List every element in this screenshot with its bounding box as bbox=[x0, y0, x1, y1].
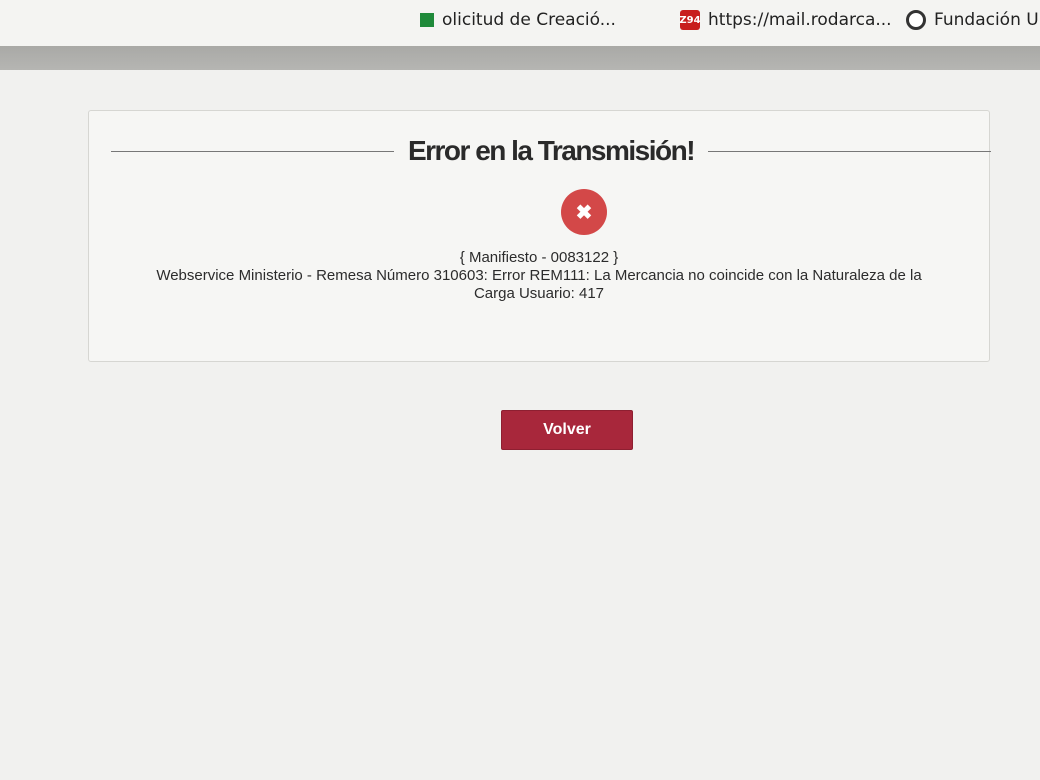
bookmark-label: https://mail.rodarca... bbox=[708, 10, 892, 30]
error-x-icon: ✖ bbox=[561, 189, 607, 235]
manifest-line: { Manifiesto - 0083122 } bbox=[459, 249, 619, 266]
error-dialog: Error en la Transmisión! ✖ { Manifiesto … bbox=[88, 110, 992, 362]
bookmark-fundacion[interactable]: Fundación Un bbox=[906, 6, 1040, 34]
bookmarks-bar: olicitud de Creació... Z94 https://mail.… bbox=[0, 0, 1040, 48]
error-message: { Manifiesto - 0083122 } Webservice Mini… bbox=[109, 249, 969, 303]
bookmark-label: Fundación Un bbox=[934, 10, 1040, 30]
divider bbox=[111, 150, 394, 152]
foundation-logo-icon bbox=[906, 10, 926, 30]
dialog-header: Error en la Transmisión! bbox=[111, 121, 992, 181]
bookmark-solicitud[interactable]: olicitud de Creació... bbox=[420, 6, 616, 34]
spreadsheet-icon bbox=[420, 13, 434, 27]
error-detail-line: Webservice Ministerio - Remesa Número 31… bbox=[156, 267, 922, 284]
page-content: Error en la Transmisión! ✖ { Manifiesto … bbox=[0, 70, 1040, 780]
bookmark-mail[interactable]: Z94 https://mail.rodarca... bbox=[679, 6, 892, 34]
dialog-title: Error en la Transmisión! bbox=[407, 135, 696, 166]
user-line: Carga Usuario: 417 bbox=[473, 285, 605, 302]
volver-button[interactable]: Volver bbox=[501, 410, 633, 450]
divider bbox=[708, 150, 992, 152]
bookmark-label: olicitud de Creació... bbox=[442, 10, 616, 30]
zimbra-mail-icon: Z94 bbox=[679, 10, 701, 30]
